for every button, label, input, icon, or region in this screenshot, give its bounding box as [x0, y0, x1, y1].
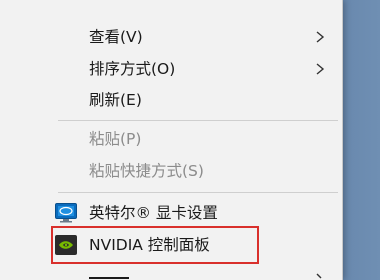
menu-item-paste-shortcut-label: 粘贴快捷方式(S): [89, 162, 204, 180]
menu-item-partial[interactable]: [89, 274, 139, 280]
menu-item-view-label: 查看(V): [89, 28, 143, 46]
menu-item-paste: 粘贴(P): [0, 123, 342, 155]
menu-item-intel-graphics-settings-label: 英特尔® 显卡设置: [89, 204, 218, 222]
chevron-right-icon: [316, 63, 325, 75]
menu-item-paste-shortcut: 粘贴快捷方式(S): [0, 155, 342, 187]
menu-item-refresh-label: 刷新(E): [89, 91, 142, 109]
menu-item-intel-graphics-settings[interactable]: 英特尔® 显卡设置: [0, 197, 342, 229]
desktop-background: 查看(V) 排序方式(O) 刷新(E) 粘贴(P) 粘贴快捷方式(S) 英特尔®…: [0, 0, 380, 280]
intel-graphics-icon: [55, 203, 77, 223]
menu-item-view[interactable]: 查看(V): [0, 21, 342, 53]
menu-item-paste-label: 粘贴(P): [89, 130, 142, 148]
chevron-right-icon: [316, 273, 322, 279]
menu-item-sort-by[interactable]: 排序方式(O): [0, 53, 342, 85]
menu-separator: [58, 120, 338, 121]
menu-item-sort-by-label: 排序方式(O): [89, 60, 176, 78]
context-menu: 查看(V) 排序方式(O) 刷新(E) 粘贴(P) 粘贴快捷方式(S) 英特尔®…: [0, 0, 343, 280]
chevron-right-icon: [316, 31, 325, 43]
menu-separator: [58, 192, 338, 193]
menu-item-refresh[interactable]: 刷新(E): [0, 84, 342, 116]
highlight-box: [51, 226, 259, 264]
